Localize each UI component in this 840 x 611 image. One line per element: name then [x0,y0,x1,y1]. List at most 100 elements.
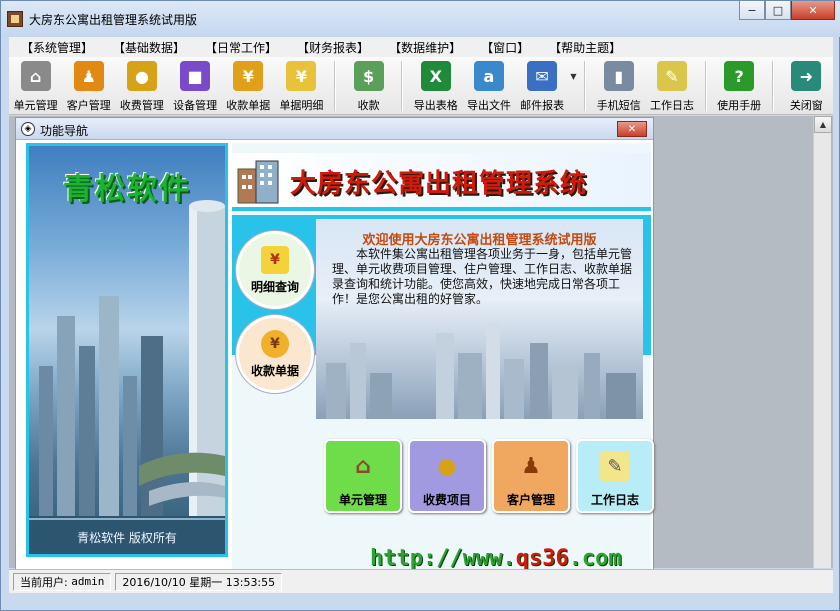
datetime: 2016/10/10 星期一 13:53:55 [122,575,276,589]
tile-customer-management[interactable]: ♟ 客户管理 [492,439,570,513]
help-icon: ? [724,61,755,91]
current-user-panel: 当前用户: admin [13,572,112,591]
toolbar-button-receipt[interactable]: ¥ 单据明细 [275,57,328,114]
close-button[interactable]: ✕ [791,1,835,20]
toolbar-label: 导出表格 [413,99,458,112]
tile-fee-items[interactable]: ● 收费项目 [408,439,486,513]
yen-coin-icon: ¥ [261,329,289,358]
menu-daily-work[interactable]: 【日常工作】 [197,39,285,56]
coins-icon: ● [437,453,457,479]
copyright-text: 青松软件 版权所有 [77,531,177,545]
building-icon [237,160,279,204]
people-icon: ♟ [521,453,541,479]
toolbar-label: 工作日志 [649,99,694,112]
tile-label: 收费项目 [422,493,471,507]
receipt-icon: ¥ [261,245,289,274]
window-title: 大房东公寓出租管理系统试用版 [29,13,198,27]
toolbar-button-house[interactable]: ⌂ 单元管理 [9,57,62,114]
vertical-scrollbar[interactable]: ▲ [813,116,832,568]
cubes-icon: ■ [180,61,211,91]
toolbar-label: 客户管理 [66,99,111,112]
toolbar-label: 手机短信 [596,99,641,112]
toolbar-button-text-file[interactable]: a 导出文件 [462,57,515,114]
toolbar-label: 导出文件 [466,99,511,112]
brand-banner: 青松软件 青松软件 版权所有 [26,143,228,557]
toolbar-button-people[interactable]: ♟ 客户管理 [62,57,115,114]
mail-icon: ✉ [527,61,558,91]
receipt-icon: ¥ [286,61,317,91]
current-user-label: 当前用户: [20,575,68,589]
tile-label: 客户管理 [506,493,555,507]
dropdown-arrow-icon[interactable]: ▼ [569,57,579,114]
toolbar: ⌂ 单元管理 ♟ 客户管理 ● 收费管理 ■ 设备管理 ¥ 收款单据 ¥ 单据明细 $ 收款 X 导出表格 a 导… [9,57,833,115]
nav-window-icon: ◈ [21,122,35,136]
tile-unit-management[interactable]: ⌂ 单元管理 [324,439,402,513]
toolbar-button-money[interactable]: $ 收款 [342,57,395,114]
datetime-panel: 2016/10/10 星期一 13:53:55 [115,572,283,591]
url-suffix: .com [568,546,622,571]
nav-window: ◈ 功能导航 ✕ 青松软件 青松软件 版权所有 大房东公寓出租管理系统 欢迎使用… [15,117,654,573]
toolbar-button-excel[interactable]: X 导出表格 [409,57,462,114]
money-icon: $ [353,61,384,91]
scroll-up-icon[interactable]: ▲ [814,116,832,133]
detail-query-label: 明细查询 [250,279,299,294]
url-domain: qs36 [515,546,569,571]
toolbar-label: 设备管理 [173,99,218,112]
tile-work-log[interactable]: ✎ 工作日志 [576,439,654,513]
city-illustration [29,200,225,554]
welcome-text: 本软件集公寓出租管理各项业务于一身，包括单元管理、单元收费项目管理、住户管理、工… [332,247,633,306]
toolbar-label: 收费管理 [119,99,164,112]
app-icon[interactable] [7,11,23,27]
toolbar-button-mail[interactable]: ✉ 邮件报表 [516,57,569,114]
toolbar-separator [704,61,707,111]
app-window: 大房东公寓出租管理系统试用版 − □ ✕ 【系统管理】 【基础数据】 【日常工作… [0,0,840,611]
receipt-voucher-label: 收款单据 [250,363,299,378]
toolbar-button-notepad[interactable]: ✎ 工作日志 [645,57,698,114]
yen-coin-icon: ¥ [233,61,264,91]
toolbar-button-coins[interactable]: ● 收费管理 [115,57,168,114]
house-icon: ⌂ [20,61,51,91]
header-strip: 大房东公寓出租管理系统 [232,153,651,211]
menu-bar: 【系统管理】 【基础数据】 【日常工作】 【财务报表】 【数据维护】 【窗口】 … [9,37,833,57]
toolbar-button-cubes[interactable]: ■ 设备管理 [169,57,222,114]
toolbar-separator [584,61,587,111]
menu-finance-report[interactable]: 【财务报表】 [289,39,377,56]
skyline-illustration [326,323,636,419]
toolbar-separator [771,61,774,111]
tile-label: 单元管理 [338,493,387,507]
toolbar-label: 邮件报表 [520,99,565,112]
website-url[interactable]: http://www.qs36.com [370,546,622,571]
toolbar-label: 单据明细 [279,99,324,112]
nav-title-bar: ◈ 功能导航 ✕ [16,118,653,140]
menu-basic-data[interactable]: 【基础数据】 [105,39,193,56]
toolbar-label: 收款 [357,99,380,112]
menu-data-maintenance[interactable]: 【数据维护】 [381,39,469,56]
minimize-button[interactable]: − [739,1,765,20]
toolbar-label: 收款单据 [226,99,271,112]
menu-help[interactable]: 【帮助主题】 [541,39,629,56]
toolbar-button-exit[interactable]: ➜ 关闭窗 [780,57,833,114]
current-user: admin [71,575,105,588]
phone-icon: ▮ [603,61,634,91]
maximize-button[interactable]: □ [765,1,791,20]
url-prefix: http://www. [370,546,516,571]
excel-icon: X [420,61,451,91]
welcome-title: 欢迎使用大房东公寓出租管理系统试用版 [362,233,597,248]
nav-title: 功能导航 [40,124,89,138]
toolbar-label: 单元管理 [13,99,58,112]
toolbar-label: 关闭窗 [789,99,823,112]
toolbar-button-yen-coin[interactable]: ¥ 收款单据 [222,57,275,114]
menu-window[interactable]: 【窗口】 [473,39,537,56]
nav-close-button[interactable]: ✕ [617,121,647,137]
toolbar-button-help[interactable]: ? 使用手册 [713,57,766,114]
main-panel: 大房东公寓出租管理系统 欢迎使用大房东公寓出租管理系统试用版 本软件集公寓出租管… [232,143,654,571]
notepad-icon: ✎ [656,61,687,91]
toolbar-button-phone[interactable]: ▮ 手机短信 [592,57,645,114]
receipt-voucher-button[interactable]: ¥ 收款单据 [236,315,314,393]
menu-system[interactable]: 【系统管理】 [13,39,101,56]
detail-query-button[interactable]: ¥ 明细查询 [236,231,314,309]
coins-icon: ● [126,61,157,91]
people-icon: ♟ [73,61,104,91]
toolbar-label: 使用手册 [717,99,762,112]
title-bar: 大房东公寓出租管理系统试用版 − □ ✕ [1,1,840,37]
